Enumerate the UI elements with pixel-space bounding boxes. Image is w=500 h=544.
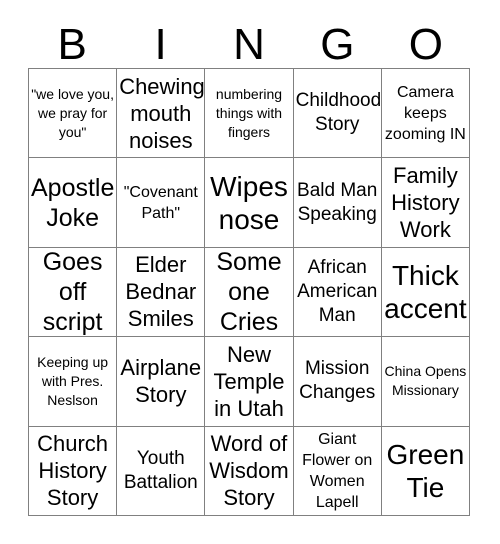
bingo-cell-label: Green Tie [386, 438, 465, 503]
bingo-cell-label: numbering things with fingers [215, 85, 283, 140]
bingo-cell-label: Family History Work [391, 163, 460, 243]
bingo-cell[interactable]: Apostle Joke [29, 158, 118, 248]
bingo-cell-label: Chewing mouth noises [119, 73, 205, 153]
bingo-header: B I N G O [28, 16, 470, 68]
bingo-cell[interactable]: Elder Bednar Smiles [117, 247, 206, 338]
bingo-header-letter-n: N [233, 20, 265, 69]
bingo-cell-label: China Opens Missionary [384, 363, 467, 399]
bingo-cell[interactable]: Family History Work [381, 158, 470, 248]
bingo-cell[interactable]: Some one Cries [205, 247, 294, 338]
bingo-cell-label: "we love you, we pray for you" [31, 85, 114, 140]
bingo-cell-label: Airplane Story [120, 355, 202, 408]
bingo-cell[interactable]: New Temple in Utah [205, 337, 294, 427]
bingo-header-letter-i: I [154, 20, 167, 69]
bingo-cell-label: Camera keeps zooming IN [384, 83, 466, 143]
bingo-cell[interactable]: Airplane Story [117, 337, 206, 427]
bingo-cell[interactable]: Chewing mouth noises [117, 69, 206, 159]
bingo-cell[interactable]: Church History Story [29, 426, 118, 516]
bingo-cell[interactable]: Keeping up with Pres. Neslson [29, 337, 118, 427]
bingo-cell-label: Bald Man Speaking [297, 179, 378, 225]
bingo-cell[interactable]: Wipes nose [205, 158, 294, 248]
bingo-cell-label: Thick accent [384, 259, 467, 324]
bingo-cell[interactable]: Thick accent [381, 247, 470, 338]
bingo-cell[interactable]: Word of Wisdom Story [205, 426, 294, 516]
bingo-cell[interactable]: Giant Flower on Women Lapell [293, 426, 382, 516]
bingo-cell-label: Some one Cries [216, 248, 282, 336]
bingo-cell-label: "Covenant Path" [123, 183, 198, 222]
bingo-header-letter-g: G [320, 20, 355, 69]
bingo-cell-label: Wipes nose [210, 170, 288, 235]
bingo-cell[interactable]: Bald Man Speaking [293, 158, 382, 248]
bingo-cell[interactable]: Mission Changes [293, 337, 382, 427]
bingo-cell[interactable]: African American Man [293, 247, 382, 338]
bingo-cell-label: Keeping up with Pres. Neslson [37, 353, 109, 408]
bingo-cell[interactable]: Childhood Story [293, 69, 382, 159]
bingo-cell[interactable]: Camera keeps zooming IN [381, 69, 470, 159]
bingo-cell[interactable]: "Covenant Path" [117, 158, 206, 248]
bingo-cell[interactable]: Green Tie [381, 426, 470, 516]
bingo-cell-label: Word of Wisdom Story [209, 431, 289, 511]
bingo-cell-label: Church History Story [37, 431, 109, 511]
bingo-cell-label: Giant Flower on Women Lapell [302, 430, 373, 511]
bingo-cell-label: Apostle Joke [31, 173, 115, 232]
bingo-cell[interactable]: numbering things with fingers [205, 69, 294, 159]
bingo-cell-label: Mission Changes [299, 358, 376, 404]
bingo-cell-label: Youth Battalion [123, 447, 198, 493]
bingo-cell-label: Childhood Story [295, 90, 382, 136]
bingo-cell-label: Elder Bednar Smiles [125, 252, 197, 332]
bingo-cell[interactable]: Youth Battalion [117, 426, 206, 516]
bingo-cell[interactable]: Goes off script [29, 247, 118, 338]
bingo-cell-label: New Temple in Utah [213, 341, 285, 421]
bingo-cell-label: Goes off script [42, 248, 103, 336]
bingo-card: B I N G O "we love you, we pray for you"… [0, 0, 500, 544]
bingo-cell[interactable]: China Opens Missionary [381, 337, 470, 427]
bingo-header-letter-o: O [408, 20, 443, 69]
bingo-cell-label: African American Man [297, 256, 378, 326]
bingo-grid: "we love you, we pray for you" Chewing m… [28, 68, 470, 516]
bingo-header-letter-b: B [57, 20, 87, 69]
bingo-cell[interactable]: "we love you, we pray for you" [29, 69, 118, 159]
